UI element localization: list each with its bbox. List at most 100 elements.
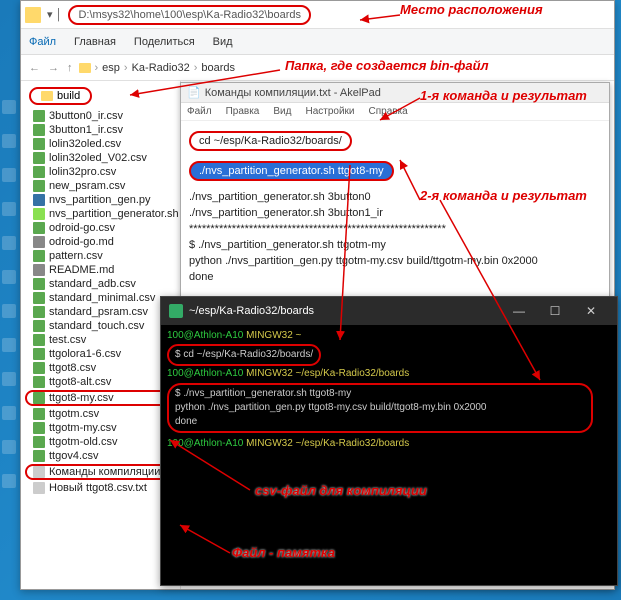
file-icon	[33, 466, 45, 478]
ribbon-file[interactable]: Файл	[29, 36, 56, 48]
file-label: nvs_partition_generator.sh	[49, 208, 179, 220]
file-label: ttgotm-old.csv	[49, 436, 117, 448]
ribbon-view[interactable]: Вид	[213, 36, 233, 48]
file-item[interactable]: ttgot8.csv	[25, 361, 176, 375]
file-icon	[33, 450, 45, 462]
file-icon	[33, 334, 45, 346]
file-label: standard_adb.csv	[49, 278, 136, 290]
crumb[interactable]: esp	[102, 62, 120, 74]
text-line: python ./nvs_partition_gen.py ttgotm-my.…	[189, 255, 601, 267]
file-item[interactable]: README.md	[25, 263, 176, 277]
menu-file[interactable]: Файл	[187, 106, 212, 117]
term-cmd2: $ ./nvs_partition_generator.sh ttgot8-my…	[167, 383, 593, 433]
file-item[interactable]: ttgotm-my.csv	[25, 421, 176, 435]
nav-bar[interactable]: ← → ↑ › esp › Ka-Radio32 › boards	[21, 55, 614, 81]
up-icon[interactable]: ↑	[65, 62, 75, 74]
file-item[interactable]: Новый ttgot8.csv.txt	[25, 481, 176, 495]
ribbon-tabs[interactable]: Файл Главная Поделиться Вид	[21, 29, 614, 55]
file-item[interactable]: odroid-go.md	[25, 235, 176, 249]
terminal-icon	[169, 304, 183, 318]
file-icon	[33, 320, 45, 332]
file-icon	[33, 110, 45, 122]
cmd1-text[interactable]: cd ~/esp/Ka-Radio32/boards/	[189, 131, 352, 151]
crumb[interactable]: boards	[201, 62, 235, 74]
forward-icon[interactable]: →	[46, 62, 61, 74]
file-item[interactable]: lolin32oled.csv	[25, 137, 176, 151]
file-item[interactable]: ttgot8-alt.csv	[25, 375, 176, 389]
terminal-body[interactable]: 100@Athlon-A10 MINGW32 ~ $ cd ~/esp/Ka-R…	[161, 325, 617, 455]
close-button[interactable]: ✕	[573, 299, 609, 323]
folder-label: build	[57, 90, 80, 102]
menu-view[interactable]: Вид	[273, 106, 291, 117]
file-item[interactable]: nvs_partition_generator.sh	[25, 207, 176, 221]
akelpad-window[interactable]: 📄 Команды компиляции.txt - AkelPad Файл …	[180, 82, 610, 302]
file-item[interactable]: 3button0_ir.csv	[25, 109, 176, 123]
file-item[interactable]: ttgotm-old.csv	[25, 435, 176, 449]
file-label: ttgotm.csv	[49, 408, 99, 420]
crumb[interactable]: Ka-Radio32	[132, 62, 190, 74]
file-label: nvs_partition_gen.py	[49, 194, 151, 206]
menu-edit[interactable]: Правка	[226, 106, 260, 117]
text-line: ****************************************…	[189, 223, 601, 235]
ribbon-home[interactable]: Главная	[74, 36, 116, 48]
file-icon	[33, 292, 45, 304]
file-item[interactable]: ttgotm.csv	[25, 407, 176, 421]
file-item[interactable]: 3button1_ir.csv	[25, 123, 176, 137]
file-item[interactable]: lolin32oled_V02.csv	[25, 151, 176, 165]
file-item[interactable]: ttgot8-my.csv	[25, 390, 176, 406]
file-item[interactable]: ttgov4.csv	[25, 449, 176, 463]
file-icon	[33, 362, 45, 374]
akelpad-title: Команды компиляции.txt - AkelPad	[205, 87, 381, 99]
file-item[interactable]: lolin32pro.csv	[25, 165, 176, 179]
text-line: done	[189, 271, 601, 283]
file-icon	[33, 208, 45, 220]
menu-help[interactable]: Справка	[369, 106, 408, 117]
file-item[interactable]: pattern.csv	[25, 249, 176, 263]
build-folder[interactable]: build	[29, 87, 92, 105]
maximize-button[interactable]: ☐	[537, 299, 573, 323]
file-item[interactable]: standard_minimal.csv	[25, 291, 176, 305]
breadcrumb[interactable]: › esp › Ka-Radio32 › boards	[79, 62, 609, 74]
file-tree[interactable]: build 3button0_ir.csv3button1_ir.csvloli…	[21, 81, 181, 589]
ribbon-share[interactable]: Поделиться	[134, 36, 195, 48]
text-line: $ ./nvs_partition_generator.sh ttgotm-my	[189, 239, 601, 251]
file-label: lolin32oled.csv	[49, 138, 121, 150]
file-label: new_psram.csv	[49, 180, 125, 192]
file-label: README.md	[49, 264, 114, 276]
file-icon	[33, 392, 45, 404]
file-icon	[33, 124, 45, 136]
file-label: 3button0_ir.csv	[49, 110, 123, 122]
menu-settings[interactable]: Настройки	[305, 106, 354, 117]
caret-icon: ▾ │	[47, 8, 62, 21]
folder-icon	[41, 91, 53, 101]
explorer-titlebar[interactable]: ▾ │ D:\msys32\home\100\esp\Ka-Radio32\bo…	[21, 1, 614, 29]
minimize-button[interactable]: —	[501, 299, 537, 323]
file-label: odroid-go.md	[49, 236, 114, 248]
file-label: odroid-go.csv	[49, 222, 115, 234]
folder-icon	[25, 7, 41, 23]
file-item[interactable]: ttgolora1-6.csv	[25, 347, 176, 361]
terminal-titlebar[interactable]: ~/esp/Ka-Radio32/boards — ☐ ✕	[161, 297, 617, 325]
address-bar[interactable]: D:\msys32\home\100\esp\Ka-Radio32\boards	[68, 5, 311, 25]
file-item[interactable]: standard_psram.csv	[25, 305, 176, 319]
cmd2-text[interactable]: ./nvs_partition_generator.sh ttgot8-my	[189, 161, 394, 181]
file-item[interactable]: new_psram.csv	[25, 179, 176, 193]
text-line: ./nvs_partition_generator.sh 3button1_ir	[189, 207, 601, 219]
file-item[interactable]: Команды компиляции.txt	[25, 464, 176, 480]
file-item[interactable]: standard_touch.csv	[25, 319, 176, 333]
file-label: standard_minimal.csv	[49, 292, 155, 304]
file-item[interactable]: odroid-go.csv	[25, 221, 176, 235]
akelpad-menu[interactable]: Файл Правка Вид Настройки Справка	[181, 103, 609, 121]
file-label: test.csv	[49, 334, 86, 346]
file-label: ttgot8.csv	[49, 362, 96, 374]
file-icon	[33, 236, 45, 248]
terminal-window[interactable]: ~/esp/Ka-Radio32/boards — ☐ ✕ 100@Athlon…	[160, 296, 618, 586]
file-item[interactable]: test.csv	[25, 333, 176, 347]
file-item[interactable]: standard_adb.csv	[25, 277, 176, 291]
back-icon[interactable]: ←	[27, 62, 42, 74]
term-cmd1: $ cd ~/esp/Ka-Radio32/boards/	[167, 344, 321, 366]
akelpad-titlebar[interactable]: 📄 Команды компиляции.txt - AkelPad	[181, 83, 609, 103]
file-item[interactable]: nvs_partition_gen.py	[25, 193, 176, 207]
file-label: pattern.csv	[49, 250, 103, 262]
akelpad-body[interactable]: cd ~/esp/Ka-Radio32/boards/ ./nvs_partit…	[181, 121, 609, 293]
